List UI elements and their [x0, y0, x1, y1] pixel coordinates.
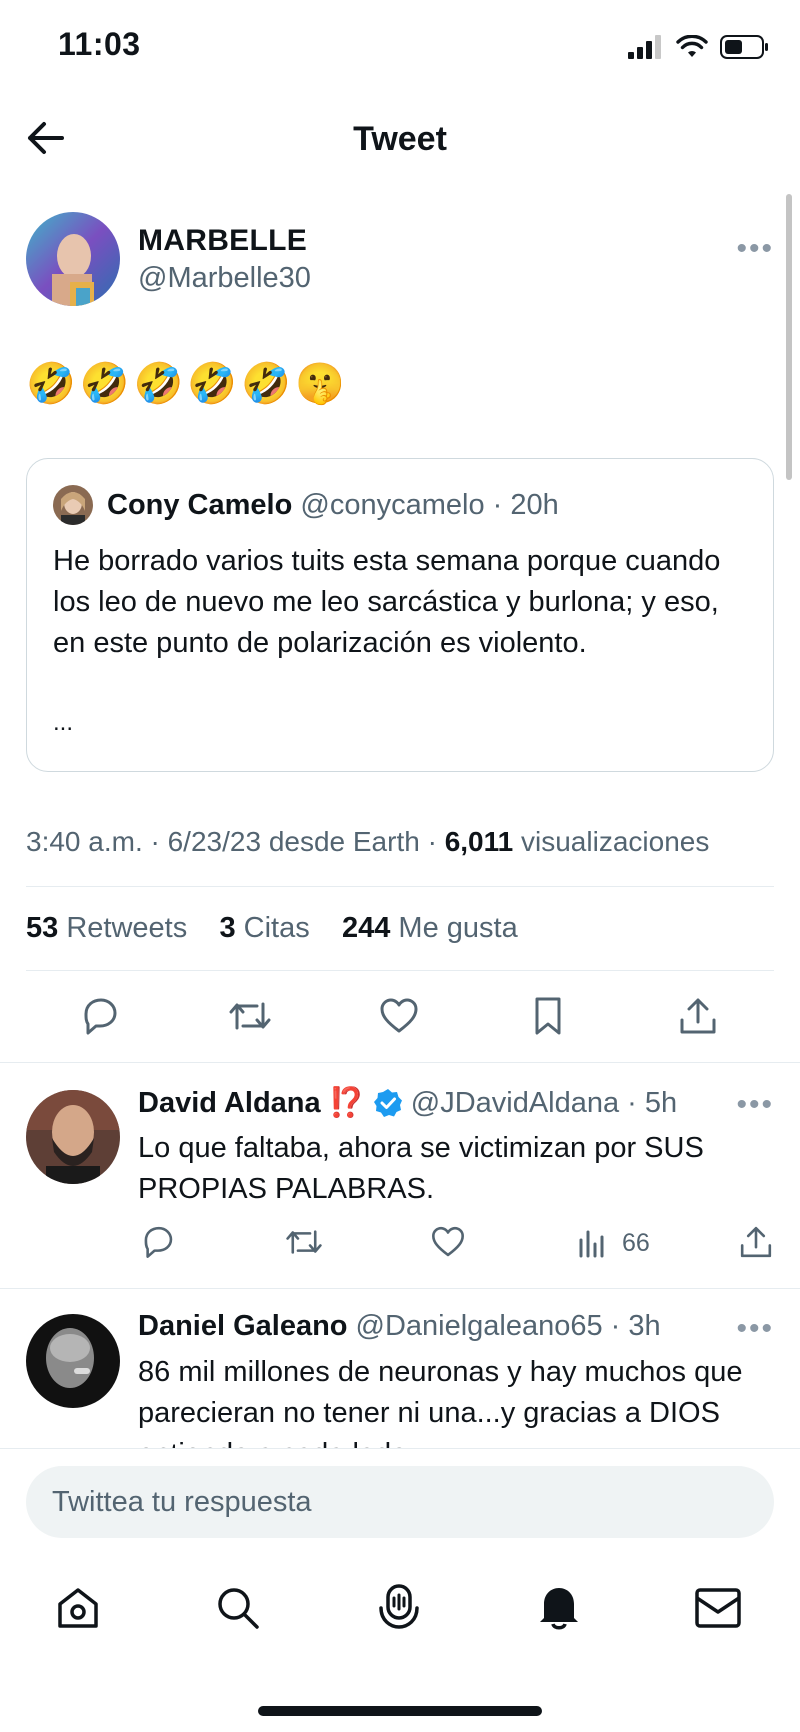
reply-header: David Aldana ⁉️ @JDavidAldana · 5h: [138, 1086, 677, 1120]
reply-reply-button[interactable]: [134, 1218, 182, 1266]
reply-more-icon[interactable]: •••: [736, 1312, 774, 1346]
signal-icon: [628, 35, 661, 59]
divider: [26, 970, 774, 971]
tab-notifications[interactable]: [534, 1582, 584, 1637]
retweet-icon: [286, 1230, 322, 1254]
quoted-ellipsis: ...: [53, 709, 74, 736]
quoted-time: · 20h: [492, 489, 559, 521]
quoted-text: He borrado varios tuits esta semana porq…: [53, 545, 721, 659]
analytics-icon: [579, 1230, 604, 1258]
search-icon: [218, 1588, 259, 1629]
scrollbar[interactable]: [786, 194, 792, 480]
composer-divider: [0, 1448, 800, 1449]
tweet-timestamp: 3:40 a.m. · 6/23/23 desde Earth · 6,011 …: [26, 826, 709, 858]
bookmark-icon: [535, 997, 561, 1035]
composer-placeholder: Twittea tu respuesta: [52, 1486, 312, 1518]
tweet-text: 🤣🤣🤣🤣🤣🤫: [26, 362, 349, 406]
reply-name[interactable]: David Aldana: [138, 1087, 321, 1120]
quoted-avatar: [53, 485, 93, 525]
likes-link[interactable]: 244 Me gusta: [342, 912, 518, 944]
reply-retweet-button[interactable]: [280, 1218, 328, 1266]
share-button[interactable]: [674, 992, 722, 1040]
reply-share-button[interactable]: [732, 1218, 780, 1266]
wifi-icon: [676, 35, 708, 57]
more-options-icon[interactable]: •••: [736, 232, 774, 266]
reply-name[interactable]: Daniel Galeano: [138, 1310, 348, 1343]
author-avatar[interactable]: [26, 212, 120, 306]
reply-header: Daniel Galeano @Danielgaleano65 · 3h: [138, 1310, 661, 1343]
retweet-button[interactable]: [226, 992, 274, 1040]
bell-icon: [540, 1588, 578, 1630]
reply-time: · 3h: [610, 1310, 661, 1342]
reply-emoji: ⁉️: [328, 1087, 365, 1119]
reply-icon: [144, 1226, 173, 1258]
spaces-icon: [379, 1584, 419, 1629]
divider: [26, 886, 774, 887]
verified-badge-icon: [373, 1089, 402, 1117]
bookmark-button[interactable]: [524, 992, 572, 1040]
share-icon: [680, 998, 716, 1034]
author-handle[interactable]: @Marbelle30: [138, 262, 311, 295]
mail-icon: [695, 1588, 741, 1628]
battery-icon: [720, 35, 768, 59]
author-name[interactable]: MARBELLE: [138, 224, 307, 258]
views-count: 6,011: [444, 826, 514, 857]
reply-avatar[interactable]: [26, 1090, 120, 1184]
reply-composer-input[interactable]: Twittea tu respuesta: [26, 1466, 774, 1538]
reply-button[interactable]: [76, 992, 124, 1040]
status-icons: [628, 32, 770, 62]
reply-text: Lo que faltaba, ahora se victimizan por …: [138, 1132, 704, 1205]
reply-views-count: 66: [622, 1228, 650, 1257]
home-indicator[interactable]: [258, 1706, 542, 1716]
reply-avatar[interactable]: [26, 1314, 120, 1408]
page-title: Tweet: [353, 120, 447, 158]
quoted-header: Cony Camelo @conycamelo · 20h: [107, 489, 559, 522]
like-button[interactable]: [375, 992, 423, 1040]
reply-icon: [84, 998, 117, 1035]
tab-search[interactable]: [214, 1584, 262, 1637]
home-icon: [58, 1588, 98, 1628]
retweets-link[interactable]: 53 Retweets: [26, 912, 187, 944]
reply-handle[interactable]: @JDavidAldana: [411, 1087, 619, 1120]
reply-handle[interactable]: @Danielgaleano65: [356, 1310, 603, 1343]
divider: [0, 1062, 800, 1063]
retweet-icon: [229, 1002, 271, 1030]
reply-item-clip: Daniel Galeano @Danielgaleano65 · 3h •••…: [0, 1289, 800, 1448]
timestamp-text: 3:40 a.m. · 6/23/23 desde Earth ·: [26, 826, 437, 857]
heart-icon: [432, 1226, 464, 1257]
quoted-name: Cony Camelo: [107, 489, 293, 521]
reply-time: · 5h: [627, 1086, 678, 1119]
share-icon: [740, 1226, 772, 1258]
reply-views[interactable]: 66: [578, 1228, 650, 1258]
reply-more-icon[interactable]: •••: [736, 1088, 774, 1122]
tab-home[interactable]: [54, 1584, 102, 1637]
heart-icon: [380, 998, 418, 1033]
reply-like-button[interactable]: [424, 1218, 472, 1266]
reply-text: 86 mil millones de neuronas y hay muchos…: [138, 1356, 743, 1448]
status-time: 11:03: [58, 26, 141, 62]
quotes-link[interactable]: 3 Citas: [219, 912, 309, 944]
views-label: visualizaciones: [521, 826, 710, 857]
quoted-handle: @conycamelo: [300, 489, 485, 521]
engagement-counts: 53 Retweets 3 Citas 244 Me gusta: [26, 912, 518, 945]
tab-messages[interactable]: [694, 1586, 742, 1635]
tab-spaces[interactable]: [374, 1582, 424, 1637]
quoted-tweet[interactable]: Cony Camelo @conycamelo · 20h He borrado…: [26, 458, 774, 772]
